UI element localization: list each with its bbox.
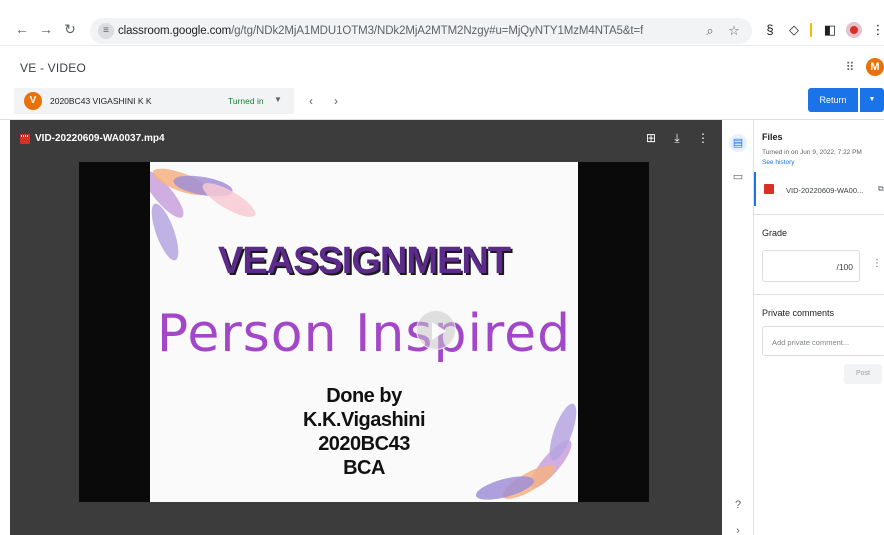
extension-icon[interactable]: § (762, 22, 778, 38)
account-avatar[interactable]: M (866, 58, 884, 76)
video-player[interactable]: VEASSIGNMENT Person Inspired Done by K.K… (79, 162, 649, 502)
status-badge: Turned in (228, 96, 264, 106)
credits-line: BCA (343, 457, 385, 479)
divider (754, 294, 884, 295)
open-external-icon[interactable]: ⧉ (878, 184, 884, 194)
grade-input[interactable]: /100 (762, 250, 860, 282)
credits-line: K.K.Vigashini (302, 409, 426, 431)
file-viewer: VID-20220609-WA0037.mp4 ⊞ ⤓ ⋮ VEASSIGNME… (10, 120, 722, 535)
page-title: VE - VIDEO (20, 61, 87, 75)
forward-icon[interactable]: → (38, 21, 54, 37)
help-icon[interactable]: ? (729, 496, 747, 514)
zoom-icon[interactable]: ⌕ (702, 23, 718, 39)
files-panel-icon[interactable]: ▤ (729, 134, 747, 152)
attachment-item[interactable]: VID-20220609-WA00... ⧉ (754, 172, 884, 206)
credits-line: 2020BC43 (318, 433, 410, 455)
next-student-icon[interactable]: › (330, 94, 342, 108)
more-options-icon[interactable]: ⋮ (696, 131, 710, 145)
file-name: VID-20220609-WA0037.mp4 (35, 133, 165, 144)
divider (754, 214, 884, 215)
site-info-icon[interactable]: ≡ (98, 23, 114, 39)
play-button[interactable] (416, 310, 456, 350)
private-comment-input[interactable]: Add private comment... (762, 326, 884, 356)
student-bar: V 2020BC43 VIGASHINI K K Turned in ▼ ‹ ›… (0, 88, 884, 120)
side-rail: ▤ ▭ ? › (722, 120, 754, 535)
url-text[interactable]: classroom.google.com/g/tg/NDk2MjA1MDU1OT… (118, 25, 643, 37)
video-subtitle-text: Person Inspired (156, 304, 572, 364)
chevron-right-icon[interactable]: › (729, 522, 747, 535)
video-file-icon (764, 184, 774, 194)
video-frame: VEASSIGNMENT Person Inspired Done by K.K… (150, 162, 578, 502)
url-path: /g/tg/NDk2MjA1MDU1OTM3/NDk2MjA2MTM2Nzgy#… (231, 25, 644, 37)
bookmark-star-icon[interactable]: ☆ (726, 23, 742, 39)
credits-line: Done by (326, 385, 402, 407)
app-header: VE - VIDEO ⠿ M (0, 46, 884, 88)
turned-in-timestamp: Turned in on Jun 9, 2022, 7:22 PM (762, 149, 862, 156)
private-comments-heading: Private comments (762, 308, 835, 318)
student-avatar: V (24, 92, 42, 110)
download-icon[interactable]: ⤓ (670, 131, 684, 145)
add-comment-icon[interactable]: ⊞ (644, 131, 658, 145)
grading-panel: Files Turned in on Jun 9, 2022, 7:22 PM … (754, 120, 884, 535)
chevron-down-icon: ▼ (274, 95, 282, 104)
toolbar-divider (810, 23, 812, 37)
student-selector[interactable]: V 2020BC43 VIGASHINI K K Turned in ▼ (14, 88, 294, 114)
attachment-name: VID-20220609-WA00... (786, 186, 864, 195)
return-options-icon[interactable]: ▼ (860, 88, 884, 112)
video-file-icon (20, 134, 30, 144)
return-button[interactable]: Return (808, 88, 858, 112)
grade-options-icon[interactable]: ⋮ (872, 258, 882, 269)
student-name: 2020BC43 VIGASHINI K K (50, 96, 152, 106)
profile-icon[interactable] (846, 22, 862, 38)
comment-placeholder: Add private comment... (772, 338, 850, 347)
browser-toolbar: ← → ↻ ≡ classroom.google.com/g/tg/NDk2Mj… (0, 0, 884, 46)
grade-denominator: /100 (836, 262, 853, 272)
address-bar[interactable]: ≡ classroom.google.com/g/tg/NDk2MjA1MDU1… (90, 18, 752, 44)
grade-heading: Grade (762, 228, 788, 238)
browser-menu-icon[interactable]: ⋮ (870, 22, 884, 38)
puzzle-icon[interactable]: ◇ (786, 22, 802, 38)
video-credits: Done by K.K.Vigashini 2020BC43 BCA (150, 384, 578, 480)
apps-grid-icon[interactable]: ⠿ (843, 60, 857, 74)
back-icon[interactable]: ← (14, 21, 30, 37)
previous-student-icon[interactable]: ‹ (305, 94, 317, 108)
reload-icon[interactable]: ↻ (62, 21, 78, 37)
see-history-link[interactable]: See history (762, 159, 795, 166)
video-title-text: VEASSIGNMENT (217, 240, 511, 282)
url-host: classroom.google.com (118, 25, 232, 37)
comments-panel-icon[interactable]: ▭ (729, 168, 747, 186)
files-heading: Files (762, 132, 783, 142)
feather-decoration (198, 177, 260, 223)
side-panel-icon[interactable]: ◧ (822, 22, 838, 38)
post-button[interactable]: Post (844, 364, 882, 384)
